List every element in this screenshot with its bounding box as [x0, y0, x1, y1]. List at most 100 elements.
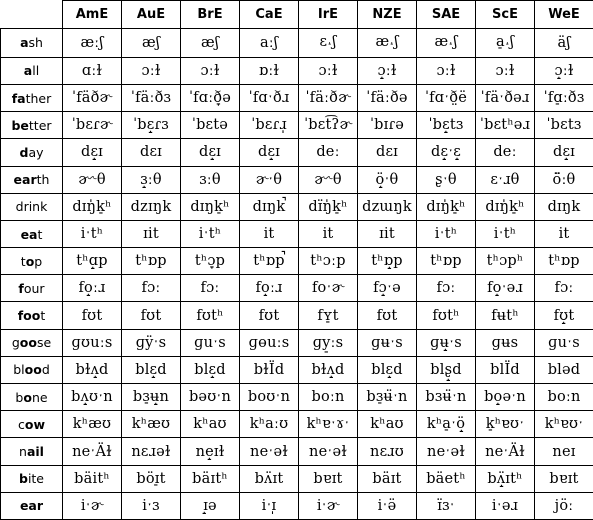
ipa-cell-nze: fɔ̝ˑə: [357, 274, 417, 303]
ipa-cell-ire: ɛ˔ʃ: [298, 28, 358, 58]
keyword-cell: drink: [0, 192, 63, 221]
ipa-cell-sae: ʂˑθ: [416, 165, 476, 194]
ipa-cell-ame: fʊt: [62, 301, 122, 330]
ipa-cell-wee: jöː: [534, 491, 593, 520]
ipa-cell-bre: ɜːθ: [180, 165, 240, 194]
ipa-cell-bre: fɔː: [180, 274, 240, 303]
ipa-cell-wee: ɡuˑs: [534, 328, 593, 357]
ipa-cell-nze: dzɯŋk: [357, 192, 417, 221]
header-row: AmE AuE BrE CaE IrE NZE SAE ScE WeE: [0, 0, 593, 29]
ipa-cell-ame: ɡʊuːs: [62, 328, 122, 357]
column-header-wee: WeE: [534, 0, 593, 29]
table-row: foot fʊt fʊt fʊtʰ fʊt fʏ̠t fʊt fʊtʰ fʉtʰ fʊ̝t: [0, 301, 593, 330]
ipa-cell-ame: iˑtʰ: [62, 219, 122, 249]
ipa-cell-cae: bɫÏd: [239, 355, 299, 385]
ipa-cell-cae: ˈbɛɾɹ̩: [239, 111, 299, 140]
ipa-cell-wee: bləd: [534, 355, 593, 385]
column-header-ame: AmE: [62, 0, 122, 29]
corner-cell: [0, 0, 63, 29]
ipa-cell-bre: iˑtʰ: [180, 219, 240, 249]
ipa-cell-ame: ɑːɫ: [62, 56, 122, 85]
ipa-cell-bre: ɔːɫ: [180, 56, 240, 85]
ipa-cell-cae: boʊˑn: [239, 383, 299, 412]
ipa-cell-wee: ˈfɑ̠ːðɜ: [534, 83, 593, 113]
ipa-cell-aue: kʰæʊ: [121, 410, 181, 439]
ipa-cell-cae: bʌ̈ɪt: [239, 464, 299, 493]
ipa-cell-nze: tʰɒ̝p: [357, 247, 417, 276]
ipa-cell-aue: fɔː: [121, 274, 181, 303]
keyword-cell: foot: [0, 301, 63, 330]
ipa-cell-cae: dɛ̝ɪ: [239, 138, 299, 167]
keyword-cell: ear: [0, 491, 63, 520]
ipa-cell-sae: neˑəɫ: [416, 437, 476, 466]
ipa-cell-wee: ӓʃ: [534, 28, 593, 58]
ipa-cell-cae: dɪŋk̚: [239, 192, 299, 221]
keyword-cell: goose: [0, 328, 63, 357]
ipa-cell-aue: ɡÿˑs: [121, 328, 181, 357]
ipa-cell-cae: aːʃ: [239, 28, 299, 58]
ipa-cell-sce: tʰɔpʰ: [475, 247, 535, 276]
keyword-cell: cow: [0, 410, 63, 439]
ipa-cell-aue: tʰɒp: [121, 247, 181, 276]
ipa-cell-aue: bӧɪ̠t: [121, 464, 181, 493]
ipa-cell-aue: dɛɪ: [121, 138, 181, 167]
ipa-cell-nze: fʊt: [357, 301, 417, 330]
ipa-cell-sce: ˈfӓˑðəɹ: [475, 83, 535, 113]
ipa-cell-cae: ˈfɑˑðɹ: [239, 83, 299, 113]
ipa-cell-sae: ɪ̈ɜˑ: [416, 491, 476, 520]
table-row: goose ɡʊuːs ɡÿˑs ɡuˑs ɡɵuːs ɡy̠ːs ɡʉˑs ɡʉ̝ˑs ɡʉs…: [0, 328, 593, 357]
table-row: bite bӓitʰ bӧɪ̠t bӓɪtʰ bʌ̈ɪt bɐɪt bӓɪt bӓetʰ bʌ̝…: [0, 464, 593, 493]
ipa-cell-sae: æ˔ʃ: [416, 28, 476, 58]
keyword-cell: better: [0, 111, 63, 140]
ipa-cell-bre: bӓɪtʰ: [180, 464, 240, 493]
ipa-cell-bre: kʰaʊ: [180, 410, 240, 439]
keyword-cell: blood: [0, 355, 63, 385]
keyword-cell: earth: [0, 165, 63, 194]
table-row: earth ɚ˞θ ɜ̝ːθ ɜːθ ɚˑθ ɚ˞θ ö̝ˑθ ʂˑθ ɛˑɹθ ö̈ːθ: [0, 165, 593, 194]
ipa-cell-ire: deː: [298, 138, 358, 167]
ipa-cell-bre: bəʊˑn: [180, 383, 240, 412]
ipa-cell-nze: ɡʉˑs: [357, 328, 417, 357]
phonetic-comparison-table: AmE AuE BrE CaE IrE NZE SAE ScE WeE ash æːʃ æʃ æʃ aː…: [0, 0, 593, 520]
ipa-cell-sae: bɜʉ̈ˑn: [416, 383, 476, 412]
ipa-cell-ire: it: [298, 219, 358, 249]
table-row: top tʰɑ̝p tʰɒp tʰɔ̞p tʰɒp̚ tʰɔːp tʰɒ̝p tʰɒp tʰɔp…: [0, 247, 593, 276]
ipa-cell-sce: fo̝ˑəɹ: [475, 274, 535, 303]
ipa-cell-ame: bɫʌ̝d: [62, 355, 122, 385]
ipa-cell-ire: dɪ̈ŋ̍k̠ʰ: [298, 192, 358, 221]
ipa-cell-sae: fʊtʰ: [416, 301, 476, 330]
ipa-cell-ire: bɐɪt: [298, 464, 358, 493]
ipa-cell-ame: æːʃ: [62, 28, 122, 58]
keyword-cell: father: [0, 83, 63, 113]
ipa-cell-cae: ɒːɫ: [239, 56, 299, 85]
table-body: ash æːʃ æʃ æʃ aːʃ ɛ˔ʃ æ˔ʃ æ˔ʃ a̠˔ʃ ӓʃ all ɑːɫ ɔːɫ ɔːɫ…: [0, 28, 593, 520]
ipa-cell-sae: ˈfɑˑð̤ë: [416, 83, 476, 113]
table-row: all ɑːɫ ɔːɫ ɔːɫ ɒːɫ ɔːɫ ɔ̝ːɫ ɔːɫ ɔːɫ ɔ̝ːɫ: [0, 56, 593, 85]
ipa-cell-wee: tʰɒp: [534, 247, 593, 276]
ipa-cell-sae: blʂ̝d: [416, 355, 476, 385]
ipa-cell-aue: æʃ: [121, 28, 181, 58]
ipa-cell-sce: dɪŋ̍k̠ʰ: [475, 192, 535, 221]
ipa-cell-sce: blÏd: [475, 355, 535, 385]
column-header-cae: CaE: [239, 0, 299, 29]
table-header: AmE AuE BrE CaE IrE NZE SAE ScE WeE: [0, 0, 593, 29]
ipa-cell-sce: iˑəɹ: [475, 491, 535, 520]
ipa-cell-sae: fɔː: [416, 274, 476, 303]
ipa-cell-bre: dɛ̝ɪ: [180, 138, 240, 167]
ipa-cell-sae: dɪŋ̍k̠ʰ: [416, 192, 476, 221]
ipa-cell-ire: neˑəɫ: [298, 437, 358, 466]
ipa-cell-aue: ɜ̝ːθ: [121, 165, 181, 194]
ipa-cell-ame: ɚ˞θ: [62, 165, 122, 194]
ipa-cell-sae: iˑtʰ: [416, 219, 476, 249]
ipa-cell-aue: ˈfӓːðɜ: [121, 83, 181, 113]
ipa-cell-ire: fʏ̠t: [298, 301, 358, 330]
ipa-cell-bre: dɪŋk̠ʰ: [180, 192, 240, 221]
ipa-cell-sce: bo̝əˑn: [475, 383, 535, 412]
ipa-cell-nze: ɔ̝ːɫ: [357, 56, 417, 85]
ipa-cell-wee: ˈbɛtɜ: [534, 111, 593, 140]
ipa-cell-wee: dɛ̝ɪ: [534, 138, 593, 167]
ipa-cell-wee: neɪ: [534, 437, 593, 466]
table-row: blood bɫʌ̝d blɛ̝d blɛ̝d bɫÏd bɫʌ̝d blɛ̝d blʂ̝d b…: [0, 355, 593, 385]
ipa-cell-nze: nɛɹʊ: [357, 437, 417, 466]
keyword-cell: all: [0, 56, 63, 85]
